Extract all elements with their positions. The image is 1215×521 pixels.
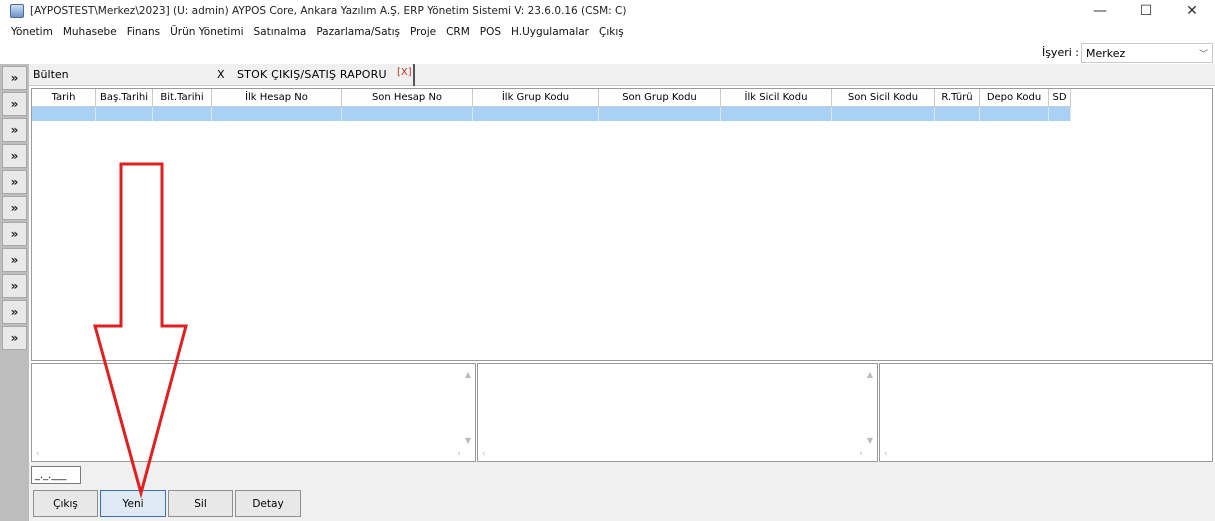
col-header-son-sicil-kodu[interactable]: Son Sicil Kodu (832, 89, 935, 107)
grid-header: Tarih Baş.Tarihi Bit.Tarihi İlk Hesap No… (32, 89, 1071, 107)
app-icon (10, 4, 24, 18)
close-window-button[interactable]: ✕ (1169, 0, 1215, 22)
side-toggle-8[interactable]: » (2, 248, 27, 272)
scroll-right-icon[interactable]: › (457, 449, 461, 459)
scroll-left-icon[interactable]: ‹ (36, 449, 40, 459)
menu-urun-yonetimi[interactable]: Ürün Yönetimi (165, 26, 248, 38)
maximize-button[interactable]: ☐ (1123, 0, 1169, 22)
side-toggle-9[interactable]: » (2, 274, 27, 298)
scroll-left-icon[interactable]: ‹ (884, 449, 888, 459)
side-toggle-4[interactable]: » (2, 144, 27, 168)
memo-panel-1[interactable]: ▲ ▼ ‹ › (31, 363, 476, 462)
table-cell[interactable] (212, 107, 342, 121)
menu-satinalma[interactable]: Satınalma (249, 26, 312, 38)
title-bar: [AYPOSTEST\Merkez\2023] (U: admin) AYPOS… (0, 0, 1215, 22)
detail-button[interactable]: Detay (235, 490, 301, 517)
side-toggle-6[interactable]: » (2, 196, 27, 220)
table-cell[interactable] (980, 107, 1049, 121)
table-cell[interactable] (1049, 107, 1071, 121)
side-toggle-5[interactable]: » (2, 170, 27, 194)
table-cell[interactable] (832, 107, 935, 121)
table-row-selected[interactable] (32, 107, 1071, 121)
workplace-select[interactable]: Merkez ﹀ (1081, 43, 1213, 63)
tab-separator (413, 64, 415, 86)
side-toggle-2[interactable]: » (2, 92, 27, 116)
memo-panel-3[interactable]: ‹ (879, 363, 1213, 462)
col-header-son-grup-kodu[interactable]: Son Grup Kodu (599, 89, 721, 107)
table-cell[interactable] (32, 107, 96, 121)
side-toggle-1[interactable]: » (2, 66, 27, 90)
col-header-son-hesap-no[interactable]: Son Hesap No (342, 89, 473, 107)
menu-yonetim[interactable]: Yönetim (6, 26, 58, 38)
col-header-ilk-hesap-no[interactable]: İlk Hesap No (212, 89, 342, 107)
table-cell[interactable] (473, 107, 599, 121)
button-bar: Çıkış Yeni Sil Detay (29, 487, 1215, 521)
new-button[interactable]: Yeni (100, 490, 166, 517)
tab-close-x[interactable]: X (217, 68, 225, 81)
workplace-row: İşyeri : Merkez ﹀ (0, 43, 1215, 63)
side-toggle-10[interactable]: » (2, 300, 27, 324)
table-cell[interactable] (599, 107, 721, 121)
tab-bar: Bülten X STOK ÇIKIŞ/SATIŞ RAPORU [X] (29, 64, 1215, 86)
col-header-r-turu[interactable]: R.Türü (935, 89, 980, 107)
menu-pazarlama-satis[interactable]: Pazarlama/Satış (311, 26, 405, 38)
table-cell[interactable] (342, 107, 473, 121)
scroll-right-icon[interactable]: › (859, 449, 863, 459)
menu-muhasebe[interactable]: Muhasebe (58, 26, 122, 38)
scroll-left-icon[interactable]: ‹ (482, 449, 486, 459)
scroll-down-icon[interactable]: ▼ (867, 436, 873, 445)
col-header-bas-tarihi[interactable]: Baş.Tarihi (96, 89, 153, 107)
col-header-bit-tarihi[interactable]: Bit.Tarihi (153, 89, 212, 107)
memo-panel-2[interactable]: ▲ ▼ ‹ › (477, 363, 878, 462)
scroll-down-icon[interactable]: ▼ (465, 436, 471, 445)
menu-bar: Yönetim Muhasebe Finans Ürün Yönetimi Sa… (0, 22, 1215, 42)
scroll-up-icon[interactable]: ▲ (867, 370, 873, 379)
menu-crm[interactable]: CRM (441, 26, 475, 38)
menu-finans[interactable]: Finans (122, 26, 165, 38)
window-title: [AYPOSTEST\Merkez\2023] (U: admin) AYPOS… (30, 5, 627, 17)
report-grid[interactable]: Tarih Baş.Tarihi Bit.Tarihi İlk Hesap No… (31, 88, 1213, 361)
side-panel-strip: » » » » » » » » » » » (0, 64, 29, 521)
col-header-ilk-grup-kodu[interactable]: İlk Grup Kodu (473, 89, 599, 107)
delete-button[interactable]: Sil (168, 490, 233, 517)
tab-bulten[interactable]: Bülten (33, 68, 69, 81)
col-header-sd[interactable]: SD (1049, 89, 1071, 107)
side-toggle-11[interactable]: » (2, 326, 27, 350)
table-cell[interactable] (96, 107, 153, 121)
tab-stok-cikis-satis-raporu[interactable]: STOK ÇIKIŞ/SATIŞ RAPORU (237, 68, 387, 81)
chevron-down-icon: ﹀ (1198, 50, 1208, 60)
exit-button[interactable]: Çıkış (33, 490, 98, 517)
window-controls: — ☐ ✕ (1077, 0, 1215, 22)
col-header-tarih[interactable]: Tarih (32, 89, 96, 107)
table-cell[interactable] (721, 107, 832, 121)
col-header-ilk-sicil-kodu[interactable]: İlk Sicil Kodu (721, 89, 832, 107)
tab-close-button[interactable]: [X] (397, 67, 412, 78)
date-field[interactable]: _._.___ (31, 466, 81, 484)
menu-h-uygulamalar[interactable]: H.Uygulamalar (506, 26, 594, 38)
workplace-label: İşyeri : (1041, 46, 1079, 59)
workplace-value: Merkez (1086, 46, 1126, 60)
table-cell[interactable] (935, 107, 980, 121)
scroll-up-icon[interactable]: ▲ (465, 370, 471, 379)
table-cell[interactable] (153, 107, 212, 121)
date-row: _._.___ (29, 462, 1215, 487)
menu-pos[interactable]: POS (475, 26, 506, 38)
col-header-depo-kodu[interactable]: Depo Kodu (980, 89, 1049, 107)
side-toggle-3[interactable]: » (2, 118, 27, 142)
minimize-button[interactable]: — (1077, 0, 1123, 22)
side-toggle-7[interactable]: » (2, 222, 27, 246)
menu-cikis[interactable]: Çıkış (594, 26, 629, 38)
menu-proje[interactable]: Proje (405, 26, 441, 38)
